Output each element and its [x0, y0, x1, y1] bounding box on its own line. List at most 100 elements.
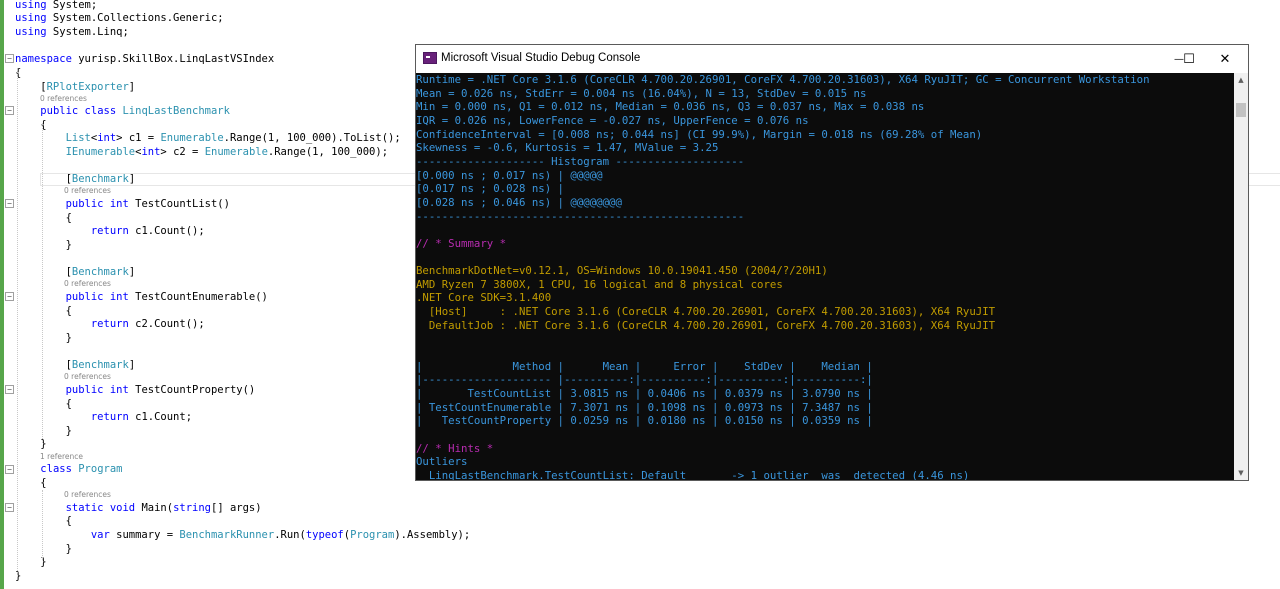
- code-token: }: [15, 543, 72, 555]
- console-line: [0.028 ns ; 0.046 ns) | @@@@@@@@: [416, 195, 622, 209]
- code-line[interactable]: return c2.Count();: [15, 317, 205, 331]
- code-line[interactable]: }: [15, 238, 72, 252]
- code-line[interactable]: {: [15, 476, 46, 490]
- code-line[interactable]: return c1.Count();: [15, 224, 205, 238]
- code-line[interactable]: {: [15, 66, 21, 80]
- code-line[interactable]: }: [15, 331, 72, 345]
- indent-guide: [17, 68, 18, 573]
- code-line[interactable]: }: [15, 542, 72, 556]
- close-button[interactable]: ✕: [1202, 45, 1248, 73]
- console-line: .NET Core SDK=3.1.400: [416, 291, 552, 305]
- window-title: Microsoft Visual Studio Debug Console: [441, 52, 641, 64]
- code-line[interactable]: }: [15, 569, 21, 583]
- code-token: summary =: [109, 529, 180, 541]
- code-token: Benchmark: [71, 266, 129, 278]
- scroll-down-arrow-icon[interactable]: ▼: [1234, 466, 1248, 480]
- code-line[interactable]: [RPlotExporter]: [15, 80, 135, 94]
- code-line[interactable]: using System.Collections.Generic;: [15, 11, 224, 25]
- code-line[interactable]: {: [15, 514, 72, 528]
- code-token: TestCountProperty(): [128, 384, 256, 396]
- collapse-icon[interactable]: −: [5, 199, 14, 208]
- code-token: [: [15, 359, 72, 371]
- code-token: .Range(1, 100_000);: [267, 146, 389, 158]
- code-token: IEnumerable: [65, 146, 136, 158]
- collapse-icon[interactable]: −: [5, 292, 14, 301]
- code-line[interactable]: [Benchmark]: [15, 265, 136, 279]
- code-token: TestCountEnumerable(): [128, 291, 268, 303]
- code-token: LinqLastBenchmark: [122, 105, 230, 117]
- code-line[interactable]: {: [15, 304, 72, 318]
- code-token: }: [15, 239, 72, 251]
- console-line: Outliers: [416, 455, 468, 469]
- code-line[interactable]: using System.Linq;: [15, 25, 129, 39]
- code-token: {: [15, 212, 72, 224]
- code-line[interactable]: [Benchmark]: [15, 358, 136, 372]
- code-line[interactable]: {: [15, 211, 72, 225]
- scroll-up-arrow-icon[interactable]: ▲: [1234, 73, 1248, 87]
- code-line[interactable]: public int TestCountEnumerable(): [15, 290, 268, 304]
- code-line[interactable]: namespace yurisp.SkillBox.LinqLastVSInde…: [15, 52, 274, 66]
- console-line: ----------------------------------------…: [416, 209, 745, 223]
- collapse-icon[interactable]: −: [5, 503, 14, 512]
- console-line: |-------------------- |----------:|-----…: [416, 373, 873, 387]
- reference-count[interactable]: 0 references: [40, 94, 87, 104]
- reference-count[interactable]: 0 references: [64, 372, 111, 382]
- code-token: > c2 =: [160, 146, 205, 158]
- code-line[interactable]: IEnumerable<int> c2 = Enumerable.Range(1…: [15, 145, 388, 159]
- console-line: Runtime = .NET Core 3.1.6 (CoreCLR 4.700…: [416, 73, 1150, 86]
- code-line[interactable]: class Program: [15, 462, 122, 476]
- code-line[interactable]: static void Main(string[] args): [15, 501, 262, 515]
- code-token: System.Linq;: [46, 26, 129, 38]
- code-token: System;: [46, 0, 98, 11]
- reference-count[interactable]: 1 reference: [40, 452, 83, 462]
- code-line[interactable]: List<int> c1 = Enumerable.Range(1, 100_0…: [15, 131, 401, 145]
- reference-count[interactable]: 0 references: [64, 490, 111, 500]
- code-line[interactable]: }: [15, 424, 72, 438]
- collapse-icon[interactable]: −: [5, 106, 14, 115]
- code-token: [] args): [211, 502, 262, 514]
- code-token: Benchmark: [71, 359, 129, 371]
- vertical-scrollbar[interactable]: ▲ ▼: [1234, 73, 1248, 480]
- debug-console-window[interactable]: Microsoft Visual Studio Debug Console — …: [415, 44, 1249, 481]
- collapse-icon[interactable]: −: [5, 465, 14, 474]
- title-bar[interactable]: Microsoft Visual Studio Debug Console — …: [416, 45, 1248, 73]
- code-token: int: [97, 132, 117, 144]
- code-line[interactable]: {: [15, 397, 72, 411]
- code-token: .Range(1, 100_000).ToList();: [223, 132, 401, 144]
- reference-count[interactable]: 0 references: [64, 186, 111, 196]
- code-token: string: [173, 502, 211, 514]
- reference-count[interactable]: 0 references: [64, 279, 111, 289]
- code-line[interactable]: public int TestCountList(): [15, 197, 230, 211]
- console-line: IQR = 0.026 ns, LowerFence = -0.027 ns, …: [416, 113, 809, 127]
- collapse-icon[interactable]: −: [5, 54, 14, 63]
- code-line[interactable]: [Benchmark]: [15, 172, 136, 186]
- code-token: {: [15, 305, 72, 317]
- code-token: public int: [65, 198, 129, 210]
- scroll-thumb[interactable]: [1236, 103, 1246, 117]
- console-output[interactable]: Runtime = .NET Core 3.1.6 (CoreCLR 4.700…: [416, 73, 1234, 480]
- console-line: | TestCountEnumerable | 7.3071 ns | 0.10…: [416, 400, 873, 414]
- console-line: [0.000 ns ; 0.017 ns) | @@@@@: [416, 168, 603, 182]
- console-line: -------------------- Histogram ---------…: [416, 154, 745, 168]
- console-line: Mean = 0.026 ns, StdErr = 0.004 ns (16.0…: [416, 86, 867, 100]
- code-token: using: [15, 12, 47, 24]
- visual-studio-icon: [423, 52, 437, 64]
- indent-guide: [42, 123, 43, 443]
- code-token: typeof: [305, 529, 344, 541]
- collapse-icon[interactable]: −: [5, 385, 14, 394]
- code-line[interactable]: var summary = BenchmarkRunner.Run(typeof…: [15, 528, 470, 542]
- code-token: {: [15, 398, 72, 410]
- console-line: Min = 0.000 ns, Q1 = 0.012 ns, Median = …: [416, 100, 925, 114]
- console-line: Skewness = -0.6, Kurtosis = 1.47, MValue…: [416, 141, 719, 155]
- code-token: public int: [65, 291, 129, 303]
- code-line[interactable]: public int TestCountProperty(): [15, 383, 256, 397]
- code-line[interactable]: public class LinqLastBenchmark: [15, 104, 230, 118]
- code-token: int: [141, 146, 161, 158]
